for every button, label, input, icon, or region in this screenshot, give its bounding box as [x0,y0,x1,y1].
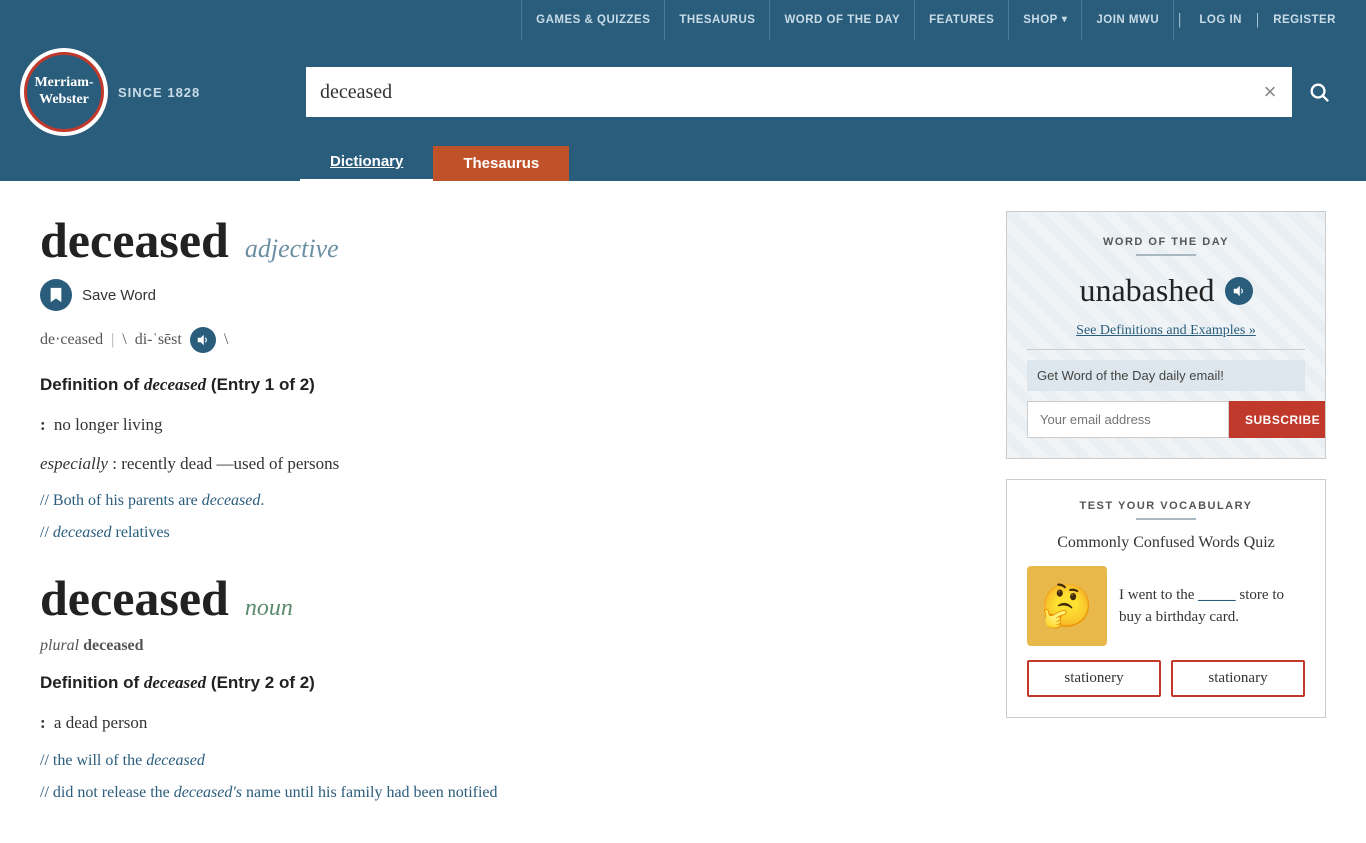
shop-chevron-icon: ▾ [1062,0,1068,40]
vocab-img-row: 🤔 I went to the _____ store to buy a bir… [1027,566,1305,646]
search-submit-button[interactable] [1292,67,1346,117]
def-colon: : [40,415,46,434]
speaker-icon [197,334,209,346]
wotd-link: See Definitions and Examples » [1027,323,1305,339]
wotd-audio-button[interactable] [1225,277,1253,305]
entry-1-def-heading: Definition of deceased (Entry 1 of 2) [40,375,966,395]
entry-1-def2: especially : recently dead —used of pers… [40,450,966,477]
subscribe-button[interactable]: SUBSCRIBE [1229,401,1326,438]
main-content: deceased adjective Save Word de·ceased |… [0,181,1366,843]
save-word-label: Save Word [82,287,156,304]
pron-sep1: | [111,331,114,349]
nav-link-games[interactable]: GAMES & QUIZZES [521,0,665,40]
entry-2-pos: noun [245,595,293,622]
search-clear-button[interactable]: × [1248,67,1292,117]
logo-circle: Merriam-Webster [20,48,108,136]
pron-backslash2: \ [224,331,228,349]
entry-1-header: deceased adjective [40,211,966,269]
tabs-row: Dictionary Thesaurus [20,144,1346,181]
wotd-label: WORD OF THE DAY [1027,236,1305,248]
nav-link-wotd[interactable]: WORD OF THE DAY [770,0,915,40]
right-sidebar: WORD OF THE DAY unabashed See Definition… [1006,211,1326,813]
tab-thesaurus[interactable]: Thesaurus [433,146,569,181]
left-content: deceased adjective Save Word de·ceased |… [40,211,1006,813]
wotd-separator [1027,349,1305,350]
top-nav: GAMES & QUIZZES THESAURUS WORD OF THE DA… [0,0,1366,40]
wotd-speaker-icon [1233,285,1245,297]
search-input[interactable] [306,67,1248,117]
email-input[interactable] [1027,401,1229,438]
nav-link-shop[interactable]: SHOP ▾ [1009,0,1082,40]
wotd-underline [1136,254,1196,256]
nav-divider: | [1174,0,1185,40]
save-word-row: Save Word [40,279,966,311]
vocab-underline [1136,518,1196,520]
entry-1-example2: // deceased relatives [40,521,966,545]
def2-colon: : [40,713,46,732]
vocab-option-stationary[interactable]: stationary [1171,660,1305,697]
audio-button[interactable] [190,327,216,353]
entry-2-example1: // the will of the deceased [40,749,966,773]
nav-link-thesaurus[interactable]: THESAURUS [665,0,770,40]
pron-syllables: de·ceased [40,331,103,349]
entry-1-example1: // Both of his parents are deceased. [40,489,966,513]
bookmark-icon [49,287,63,303]
vocab-question: I went to the _____ store to buy a birth… [1119,584,1305,629]
vocab-options: stationery stationary [1027,660,1305,697]
entry-1-word: deceased [40,211,229,269]
pron-ipa: di-ˈsēst [135,331,182,349]
search-icon [1308,81,1330,103]
wotd-definitions-link[interactable]: See Definitions and Examples » [1076,323,1256,338]
tab-dictionary[interactable]: Dictionary [300,144,433,181]
wotd-email-row: SUBSCRIBE [1027,401,1305,438]
search-area: × [306,67,1346,117]
plural-line: plural deceased [40,637,966,655]
entry-1-def1: : no longer living [40,411,966,438]
entry-2-word: deceased [40,569,229,627]
logo[interactable]: Merriam-Webster SINCE 1828 [20,48,290,136]
shop-label: SHOP [1023,0,1058,40]
vocab-option-stationery[interactable]: stationery [1027,660,1161,697]
vocab-label: TEST YOUR VOCABULARY [1027,500,1305,512]
vocab-emoji-image: 🤔 [1027,566,1107,646]
entry-2-header: deceased noun [40,569,966,627]
vocab-quiz-title: Commonly Confused Words Quiz [1027,534,1305,552]
entry-2-def-heading: Definition of deceased (Entry 2 of 2) [40,673,966,693]
login-link[interactable]: LOG IN [1185,0,1256,40]
nav-link-features[interactable]: FEATURES [915,0,1009,40]
wotd-box: WORD OF THE DAY unabashed See Definition… [1006,211,1326,459]
logo-text: Merriam-Webster [34,75,93,109]
entry-1-pos: adjective [245,234,339,264]
vocab-box: TEST YOUR VOCABULARY Commonly Confused W… [1006,479,1326,718]
wotd-email-label: Get Word of the Day daily email! [1037,368,1295,383]
nav-link-join[interactable]: JOIN MWU [1082,0,1174,40]
register-link[interactable]: REGISTER [1259,0,1350,40]
header: Merriam-Webster SINCE 1828 × Dictionar [0,40,1366,181]
since-label: SINCE 1828 [118,85,200,100]
wotd-word-row: unabashed [1027,272,1305,309]
entry-2-def1: : a dead person [40,709,966,736]
pron-backslash1: \ [122,331,126,349]
entry-2-example2: // did not release the deceased's name u… [40,781,966,805]
wotd-word: unabashed [1079,272,1214,309]
pronunciation-row: de·ceased | \ di-ˈsēst \ [40,327,966,353]
vocab-blank: _____ [1198,587,1236,603]
save-word-button[interactable] [40,279,72,311]
wotd-email-section: Get Word of the Day daily email! [1027,360,1305,391]
